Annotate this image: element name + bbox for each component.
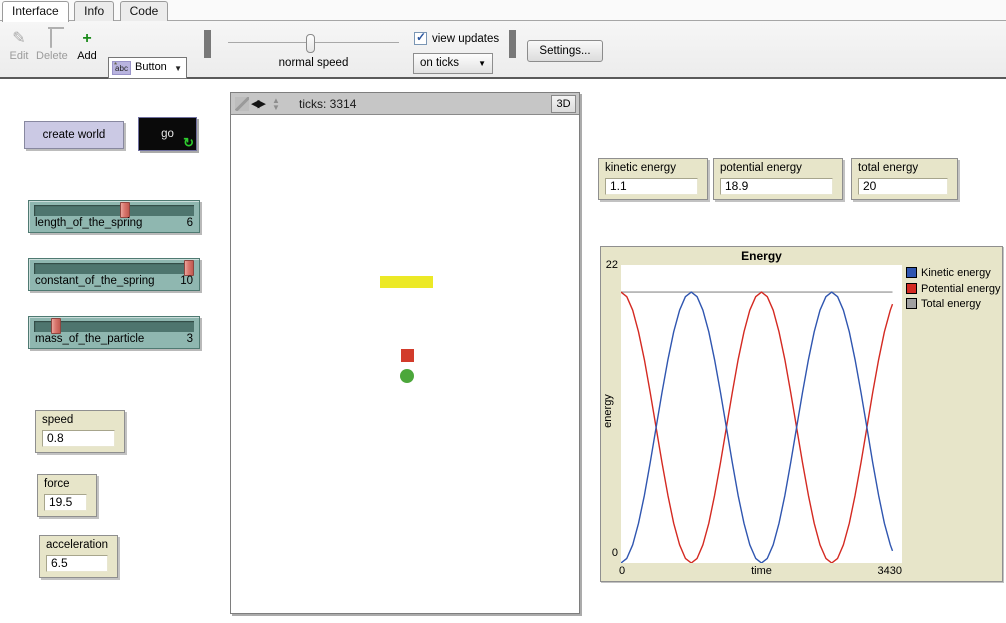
ticks-counter: ticks: 3314: [299, 97, 356, 111]
monitor-acceleration: acceleration 6.5: [39, 535, 118, 578]
diagonal-resize-icon[interactable]: [235, 97, 249, 111]
monitor-label: total energy: [858, 162, 918, 174]
widget-type-value: Button: [135, 61, 167, 73]
y-axis-title: energy: [602, 376, 614, 446]
widget-type-dropdown[interactable]: *abc Button ▼: [108, 57, 187, 79]
chevron-down-icon: ▼: [174, 64, 182, 73]
update-mode-value: on ticks: [420, 57, 459, 69]
view-header: ◀▶ ▲▼ ticks: 3314 3D: [231, 93, 579, 115]
slider-value: 3: [187, 333, 193, 345]
forever-loop-icon: ↻: [183, 136, 194, 149]
legend-swatch: [906, 298, 917, 309]
delete-button-label: Delete: [36, 50, 66, 62]
chevron-down-icon: ▼: [478, 59, 486, 68]
plot-legend: Kinetic energy Potential energy Total en…: [906, 263, 1001, 310]
plus-icon: +: [72, 29, 102, 49]
slider-label: mass_of_the_particle: [35, 333, 144, 345]
vertical-arrows-icon[interactable]: ▲▼: [269, 97, 283, 111]
horizontal-arrows-icon[interactable]: ◀▶: [251, 97, 265, 111]
monitor-label: acceleration: [46, 539, 108, 551]
plot-title: Energy: [621, 249, 902, 263]
tab-code[interactable]: Code: [120, 1, 169, 21]
slider-mass-of-the-particle[interactable]: mass_of_the_particle 3: [28, 316, 200, 349]
edit-button-label: Edit: [4, 50, 34, 62]
slider-constant-of-the-spring[interactable]: constant_of_the_spring 10: [28, 258, 200, 291]
pencil-icon: ✎: [4, 29, 34, 49]
delete-button[interactable]: Delete: [36, 29, 66, 62]
monitor-kinetic-energy: kinetic energy 1.1: [598, 158, 708, 200]
update-mode-dropdown[interactable]: on ticks ▼: [413, 53, 493, 74]
slider-length-of-the-spring[interactable]: length_of_the_spring 6: [28, 200, 200, 233]
plot-canvas: [621, 265, 902, 563]
view-updates-checkbox[interactable]: ✓: [414, 32, 427, 45]
abc-icon: *abc: [112, 61, 131, 75]
slider-groove: [34, 321, 194, 332]
edit-button[interactable]: ✎ Edit: [4, 29, 34, 62]
energy-plot: Energy 22 0 energy 0 time 3430 Kinetic e…: [600, 246, 1003, 582]
speed-slider-handle[interactable]: [306, 34, 315, 53]
slider-label: constant_of_the_spring: [35, 275, 155, 287]
slider-handle[interactable]: [51, 318, 61, 334]
trash-icon: [36, 29, 66, 49]
slider-value: 6: [187, 217, 193, 229]
tab-bar: Interface Info Code: [0, 0, 1006, 21]
tab-info[interactable]: Info: [74, 1, 114, 21]
y-axis-min-label: 0: [601, 547, 618, 559]
monitor-value: 20: [858, 178, 948, 195]
monitor-total-energy: total energy 20: [851, 158, 958, 200]
slider-groove: [34, 205, 194, 216]
spring-bar: [380, 276, 433, 288]
settings-button[interactable]: Settings...: [527, 40, 603, 62]
slider-handle[interactable]: [120, 202, 130, 218]
view-3d-button[interactable]: 3D: [551, 95, 576, 113]
y-axis-max-label: 22: [601, 259, 618, 271]
world-view: ◀▶ ▲▼ ticks: 3314 3D: [230, 92, 580, 614]
monitor-value: 6.5: [46, 555, 108, 572]
legend-item: Potential energy: [906, 279, 1001, 295]
view-updates-row: ✓ view updates: [414, 32, 499, 46]
add-button-label: Add: [72, 50, 102, 62]
energy-plot-svg: [621, 265, 902, 563]
monitor-value: 0.8: [42, 430, 115, 447]
monitor-potential-energy: potential energy 18.9: [713, 158, 843, 200]
go-button-label: go: [161, 128, 174, 140]
monitor-label: potential energy: [720, 162, 802, 174]
add-button[interactable]: + Add: [72, 29, 102, 62]
check-icon: ✓: [416, 30, 426, 44]
legend-label: Total energy: [921, 298, 981, 310]
view-canvas[interactable]: [231, 116, 579, 613]
toolbar-separator: [204, 30, 211, 58]
toolbar-separator: [509, 30, 516, 58]
slider-groove: [34, 263, 194, 274]
slider-label: length_of_the_spring: [35, 217, 142, 229]
legend-item: Total energy: [906, 294, 1001, 310]
legend-item: Kinetic energy: [906, 263, 1001, 279]
x-axis-max-label: 3430: [872, 565, 902, 577]
legend-label: Potential energy: [921, 283, 1001, 295]
monitor-value: 19.5: [44, 494, 87, 511]
view-updates-label: view updates: [432, 32, 499, 46]
x-axis-title: time: [621, 565, 902, 577]
equilibrium-marker: [400, 369, 414, 383]
tab-interface[interactable]: Interface: [2, 1, 69, 22]
go-button[interactable]: go ↻: [138, 117, 197, 151]
monitor-speed: speed 0.8: [35, 410, 125, 453]
monitor-label: force: [44, 478, 70, 490]
legend-swatch: [906, 283, 917, 294]
particle: [401, 349, 414, 362]
toolbar: ✎ Edit Delete + Add *abc Button ▼ normal…: [0, 21, 1006, 79]
slider-value: 10: [180, 275, 193, 287]
legend-label: Kinetic energy: [921, 267, 991, 279]
monitor-value: 1.1: [605, 178, 698, 195]
monitor-label: kinetic energy: [605, 162, 676, 174]
legend-swatch: [906, 267, 917, 278]
monitor-label: speed: [42, 414, 73, 426]
speed-slider-label: normal speed: [228, 57, 399, 69]
create-world-button[interactable]: create world: [24, 121, 124, 149]
slider-handle[interactable]: [184, 260, 194, 276]
monitor-value: 18.9: [720, 178, 833, 195]
monitor-force: force 19.5: [37, 474, 97, 517]
